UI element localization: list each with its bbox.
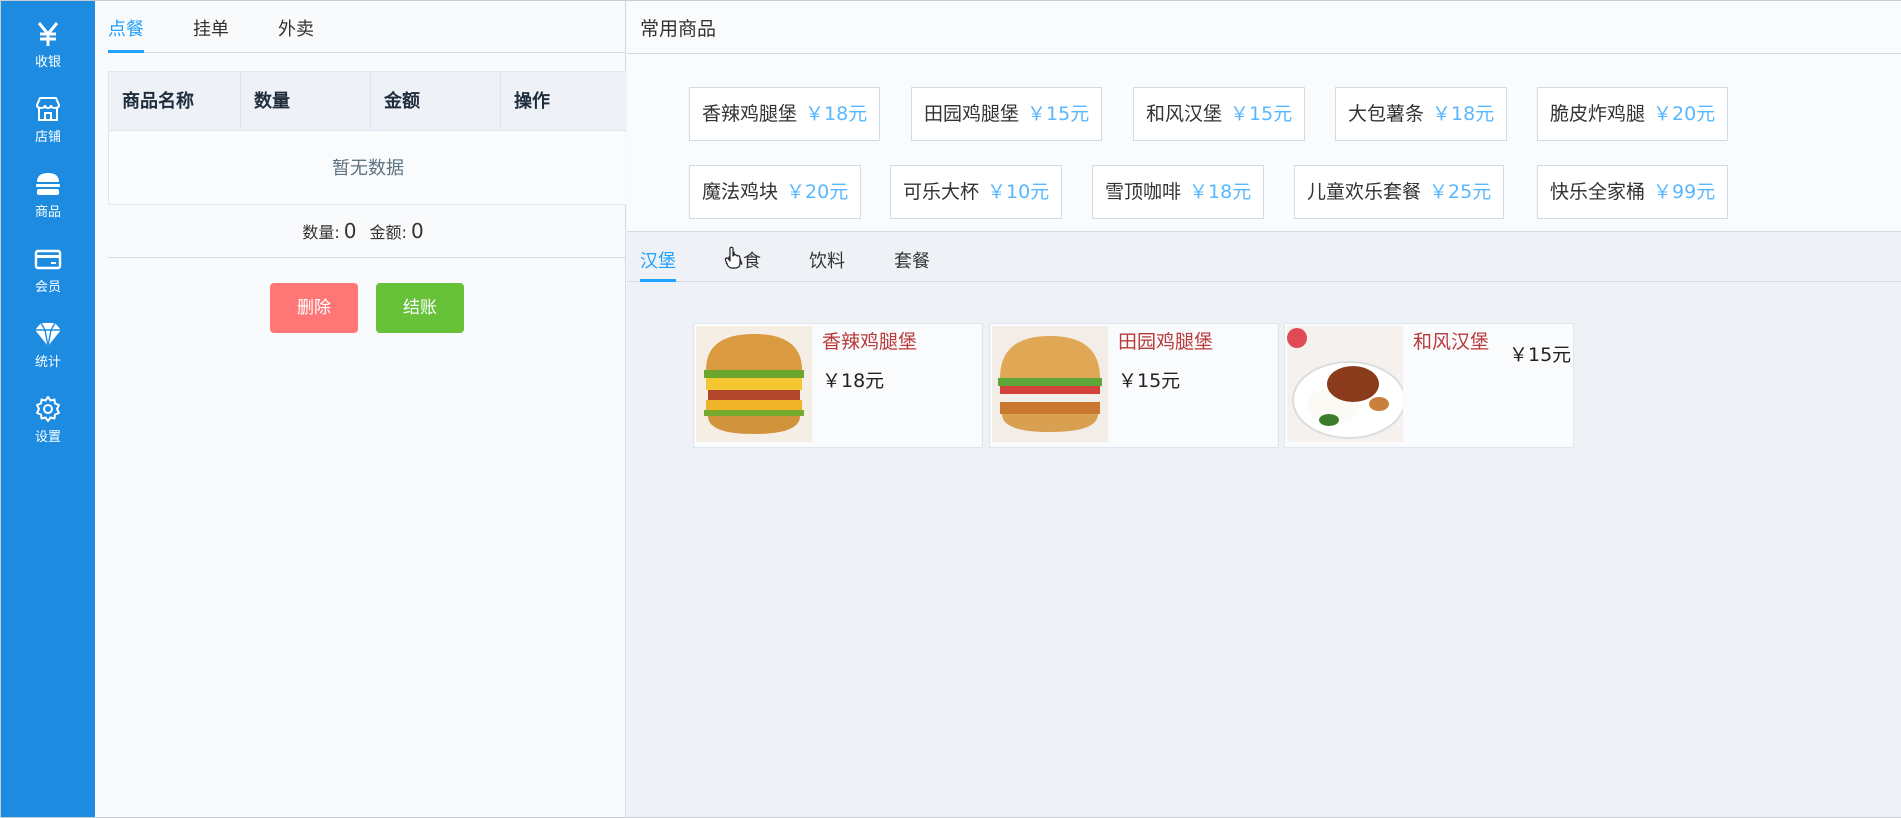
delete-button[interactable]: 删除 [270,283,358,333]
nav-item-label: 收银 [34,55,61,70]
product-card[interactable]: 和风汉堡 ￥15元 [1284,323,1574,448]
order-tabs: 点餐 挂单 外卖 [108,1,626,53]
nav-item-label: 店铺 [34,130,61,145]
favorite-price: ￥20元 [786,181,849,203]
favorites-title: 常用商品 [627,1,1901,54]
favorite-name: 可乐大杯 [903,181,980,203]
favorite-name: 香辣鸡腿堡 [702,103,798,125]
favorite-item[interactable]: 雪顶咖啡 ￥18元 [1092,165,1265,219]
favorite-item[interactable]: 快乐全家桶 ￥99元 [1537,165,1729,219]
amount-value: 0 [410,219,424,243]
favorite-name: 脆皮炸鸡腿 [1550,103,1646,125]
tab-order[interactable]: 点餐 [108,15,144,41]
column-header-action[interactable]: 操作 [501,72,627,131]
order-summary: 数量: 0 金额: 0 [108,205,626,258]
active-tab-indicator [640,279,676,282]
favorite-item[interactable]: 儿童欢乐套餐 ￥25元 [1294,165,1505,219]
product-image [992,326,1108,442]
checkout-button[interactable]: 结账 [376,283,464,333]
nav-item-label: 会员 [34,280,61,295]
count-value: 0 [343,219,357,243]
favorite-price: ￥99元 [1653,181,1716,203]
nav-item-products[interactable]: 商品 [1,157,95,227]
favorite-name: 儿童欢乐套餐 [1307,181,1422,203]
favorites-list: 香辣鸡腿堡 ￥18元 田园鸡腿堡 ￥15元 和风汉堡 ￥15元 大包薯条 ￥18元 脆皮… [627,54,1901,232]
favorite-price: ￥15元 [1230,103,1293,125]
table-header: 商品名称 数量 金额 操作 [109,72,627,131]
tab-hold[interactable]: 挂单 [193,15,229,41]
diamond-icon [33,319,63,349]
gear-icon [33,394,63,424]
nav-item-label: 统计 [34,355,61,370]
favorite-name: 田园鸡腿堡 [924,103,1020,125]
favorite-name: 雪顶咖啡 [1105,181,1182,203]
tab-combos[interactable]: 套餐 [894,247,930,273]
nav-item-label: 设置 [34,430,61,445]
nav-item-members[interactable]: 会员 [1,232,95,302]
card-icon [33,244,63,274]
favorite-price: ￥10元 [987,181,1050,203]
nav-item-settings[interactable]: 设置 [1,382,95,452]
active-tab-indicator [108,50,144,53]
product-price: ￥15元 [1118,370,1181,392]
tab-takeout[interactable]: 外卖 [278,15,314,41]
favorite-item[interactable]: 香辣鸡腿堡 ￥18元 [689,87,881,141]
product-name: 和风汉堡 [1413,331,1490,353]
order-table: 商品名称 数量 金额 操作 暂无数据 [108,71,627,205]
product-image [1287,326,1403,442]
amount-label: 金额: [369,223,407,242]
store-icon [33,94,63,124]
favorite-item[interactable]: 可乐大杯 ￥10元 [890,165,1063,219]
favorite-name: 快乐全家桶 [1550,181,1646,203]
column-header-amount[interactable]: 金额 [371,72,501,131]
product-card[interactable]: 香辣鸡腿堡 ￥18元 [693,323,983,448]
burger-icon [33,169,63,199]
favorite-price: ￥20元 [1653,103,1716,125]
product-pane: 常用商品 香辣鸡腿堡 ￥18元 田园鸡腿堡 ￥15元 和风汉堡 ￥15元 大包薯条 ￥1… [627,1,1901,817]
nav-item-checkout[interactable]: 收银 [1,7,95,77]
nav-item-stats[interactable]: 统计 [1,307,95,377]
favorite-item[interactable]: 田园鸡腿堡 ￥15元 [911,87,1103,141]
column-header-name[interactable]: 商品名称 [109,72,241,131]
hand-cursor-icon [724,246,742,274]
product-name: 香辣鸡腿堡 [822,331,918,353]
favorite-name: 和风汉堡 [1146,103,1223,125]
nav-item-store[interactable]: 店铺 [1,82,95,152]
favorite-item[interactable]: 魔法鸡块 ￥20元 [689,165,862,219]
left-nav: 收银 店铺 商品 会员 统计 设置 [1,1,95,817]
tab-drinks[interactable]: 饮料 [809,247,845,273]
favorite-price: ￥18元 [1432,103,1495,125]
category-tabs: 汉堡 小食 饮料 套餐 [627,232,1901,282]
favorite-name: 魔法鸡块 [702,181,779,203]
favorite-price: ￥18元 [805,103,868,125]
favorite-item[interactable]: 和风汉堡 ￥15元 [1133,87,1306,141]
favorite-price: ￥18元 [1189,181,1252,203]
pos-app: 收银 店铺 商品 会员 统计 设置 点餐 挂单 外卖 商品名称 数量 金额 操作… [0,0,1901,818]
nav-item-label: 商品 [34,205,61,220]
favorite-item[interactable]: 脆皮炸鸡腿 ￥20元 [1537,87,1729,141]
product-image [696,326,812,442]
favorite-price: ￥25元 [1429,181,1492,203]
order-pane: 点餐 挂单 外卖 商品名称 数量 金额 操作 暂无数据 数量: 0 金额: 0 删除… [95,1,627,817]
empty-text: 暂无数据 [332,158,404,179]
favorite-item[interactable]: 大包薯条 ￥18元 [1335,87,1508,141]
column-header-qty[interactable]: 数量 [241,72,371,131]
product-card[interactable]: 田园鸡腿堡 ￥15元 [989,323,1279,448]
favorite-name: 大包薯条 [1348,103,1425,125]
product-name: 田园鸡腿堡 [1118,331,1214,353]
product-price: ￥18元 [822,370,885,392]
count-label: 数量: [302,223,340,242]
favorite-price: ￥15元 [1027,103,1090,125]
yen-icon [33,19,63,49]
product-price: ￥15元 [1509,344,1572,366]
tab-burgers[interactable]: 汉堡 [640,247,676,273]
